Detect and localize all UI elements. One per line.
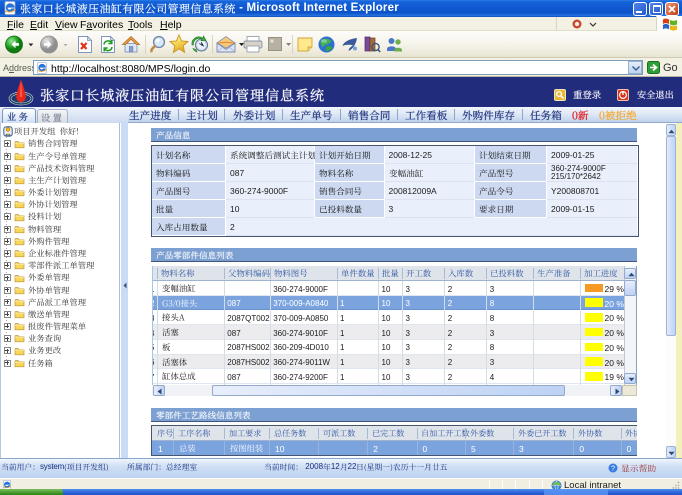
svg-text:?: ?: [611, 464, 615, 473]
